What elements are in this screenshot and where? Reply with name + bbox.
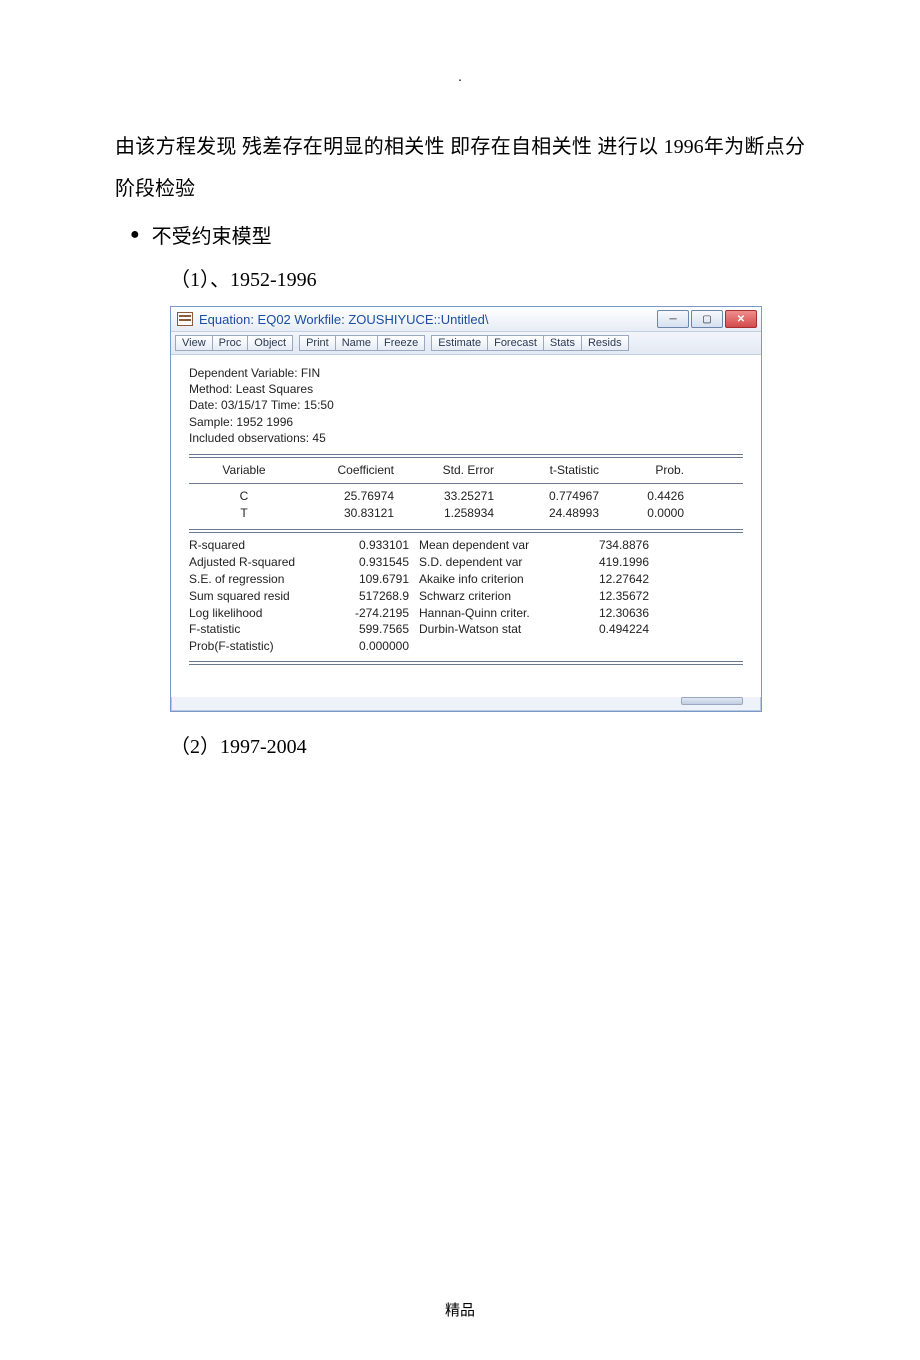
stat-value: 12.35672 xyxy=(574,588,649,605)
divider xyxy=(189,661,743,665)
estimate-button[interactable]: Estimate xyxy=(431,335,488,351)
table-row: C 25.76974 33.25271 0.774967 0.4426 xyxy=(189,488,743,505)
close-button[interactable]: ✕ xyxy=(725,310,757,328)
stat-label: Mean dependent var xyxy=(419,537,574,554)
stat-value: 419.1996 xyxy=(574,554,649,571)
cell-coef: 30.83121 xyxy=(299,505,404,522)
body-paragraph: 由该方程发现 残差存在明显的相关性 即存在自相关性 进行以 1996年为断点分阶… xyxy=(115,126,805,210)
minimize-button[interactable]: ─ xyxy=(657,310,689,328)
stat-value: 0.933101 xyxy=(334,537,409,554)
eviews-equation-window: Equation: EQ02 Workfile: ZOUSHIYUCE::Unt… xyxy=(170,306,762,712)
cell-t: 0.774967 xyxy=(504,488,609,505)
stat-label: Log likelihood xyxy=(189,605,334,622)
divider xyxy=(189,454,743,458)
object-button[interactable]: Object xyxy=(247,335,293,351)
stats-button[interactable]: Stats xyxy=(543,335,582,351)
toolbar: View Proc Object Print Name Freeze Estim… xyxy=(171,332,761,355)
sample: Sample: 1952 1996 xyxy=(189,414,743,430)
stat-label: F-statistic xyxy=(189,621,334,638)
col-stderr: Std. Error xyxy=(404,462,504,479)
stat-label: Akaike info criterion xyxy=(419,571,574,588)
stat-value: 12.30636 xyxy=(574,605,649,622)
app-icon xyxy=(177,312,193,326)
name-button[interactable]: Name xyxy=(335,335,378,351)
cell-t: 24.48993 xyxy=(504,505,609,522)
proc-button[interactable]: Proc xyxy=(212,335,249,351)
print-button[interactable]: Print xyxy=(299,335,336,351)
stat-label: Prob(F-statistic) xyxy=(189,638,334,655)
stat-label: S.E. of regression xyxy=(189,571,334,588)
window-title: Equation: EQ02 Workfile: ZOUSHIYUCE::Unt… xyxy=(199,312,657,327)
stat-value: 12.27642 xyxy=(574,571,649,588)
freeze-button[interactable]: Freeze xyxy=(377,335,425,351)
stat-label: Durbin-Watson stat xyxy=(419,621,574,638)
method: Method: Least Squares xyxy=(189,381,743,397)
bullet-text: 不受约束模型 xyxy=(152,220,272,249)
stat-label: S.D. dependent var xyxy=(419,554,574,571)
forecast-button[interactable]: Forecast xyxy=(487,335,544,351)
cell-var: T xyxy=(189,505,299,522)
cell-p: 0.4426 xyxy=(609,488,694,505)
stat-value: 0.000000 xyxy=(334,638,409,655)
stat-value: 599.7565 xyxy=(334,621,409,638)
table-row: T 30.83121 1.258934 24.48993 0.0000 xyxy=(189,505,743,522)
stat-value: 0.931545 xyxy=(334,554,409,571)
page-top-mark: . xyxy=(115,70,805,86)
divider xyxy=(189,483,743,484)
view-button[interactable]: View xyxy=(175,335,213,351)
sub-item-1: （1）、1952-1996 xyxy=(170,263,805,292)
cell-se: 33.25271 xyxy=(404,488,504,505)
stat-label: Sum squared resid xyxy=(189,588,334,605)
scrollbar-stub[interactable] xyxy=(681,697,743,705)
stat-value: 109.6791 xyxy=(334,571,409,588)
table-header-row: Variable Coefficient Std. Error t-Statis… xyxy=(189,462,743,479)
cell-se: 1.258934 xyxy=(404,505,504,522)
stat-label: Schwarz criterion xyxy=(419,588,574,605)
cell-var: C xyxy=(189,488,299,505)
window-titlebar: Equation: EQ02 Workfile: ZOUSHIYUCE::Unt… xyxy=(171,307,761,332)
stat-value: 0.494224 xyxy=(574,621,649,638)
resids-button[interactable]: Resids xyxy=(581,335,629,351)
cell-coef: 25.76974 xyxy=(299,488,404,505)
output-content: Dependent Variable: FIN Method: Least Sq… xyxy=(171,355,761,697)
page-footer: 精品 xyxy=(0,1299,920,1320)
stats-grid: R-squared Adjusted R-squared S.E. of reg… xyxy=(189,537,743,655)
observations: Included observations: 45 xyxy=(189,430,743,446)
col-tstat: t-Statistic xyxy=(504,462,609,479)
date-time: Date: 03/15/17 Time: 15:50 xyxy=(189,397,743,413)
stat-value: 734.8876 xyxy=(574,537,649,554)
cell-p: 0.0000 xyxy=(609,505,694,522)
col-variable: Variable xyxy=(189,462,299,479)
col-coefficient: Coefficient xyxy=(299,462,404,479)
maximize-button[interactable]: ▢ xyxy=(691,310,723,328)
stat-value: -274.2195 xyxy=(334,605,409,622)
divider xyxy=(189,529,743,533)
bullet-icon: ● xyxy=(130,226,140,244)
stat-label: R-squared xyxy=(189,537,334,554)
stat-label: Adjusted R-squared xyxy=(189,554,334,571)
regression-header: Dependent Variable: FIN Method: Least Sq… xyxy=(189,365,743,446)
stat-label: Hannan-Quinn criter. xyxy=(419,605,574,622)
sub-item-2: （2）1997-2004 xyxy=(170,730,805,759)
col-prob: Prob. xyxy=(609,462,694,479)
stat-value: 517268.9 xyxy=(334,588,409,605)
dep-var: Dependent Variable: FIN xyxy=(189,365,743,381)
